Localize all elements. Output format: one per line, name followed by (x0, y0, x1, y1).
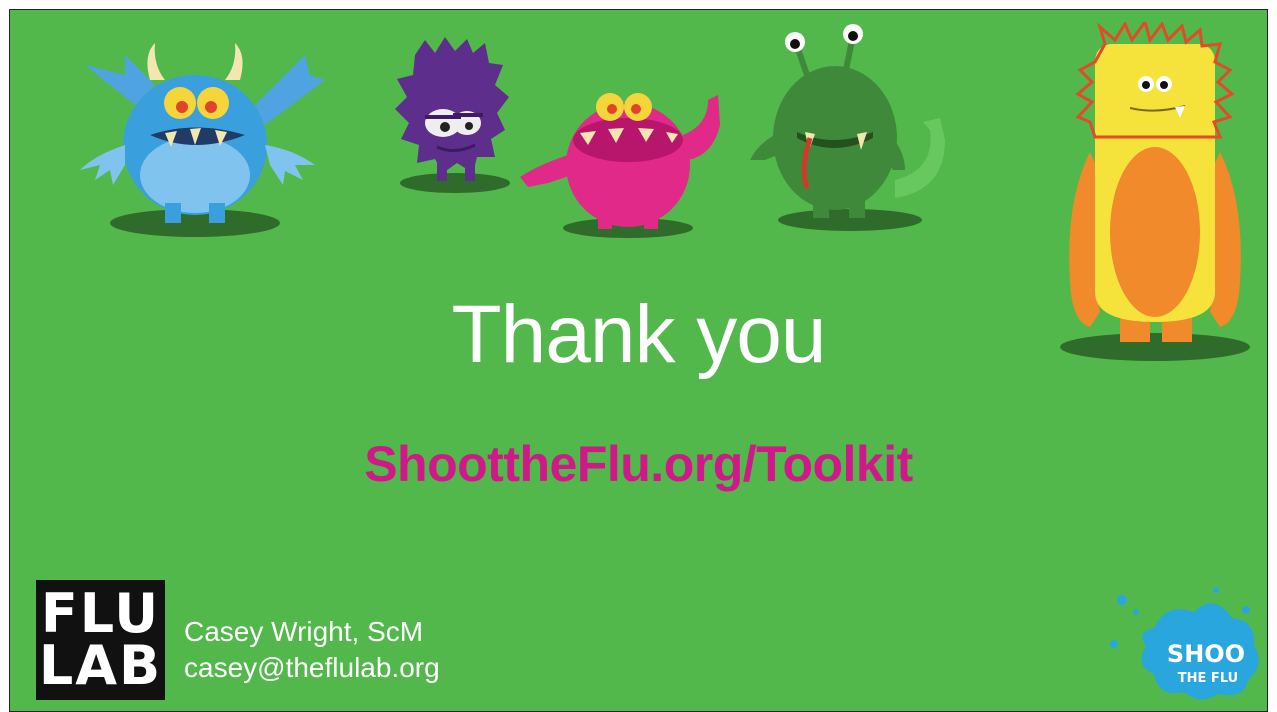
shoo-the-flu-logo: SHOO THE FLU (1110, 587, 1259, 700)
blue-monster-icon (80, 43, 325, 237)
pink-monster-icon (520, 93, 720, 238)
shoo-logo-line1: SHOO (1167, 640, 1245, 668)
flu-lab-logo-line2: LAB (38, 634, 163, 697)
thank-you-title: Thank you (451, 289, 827, 380)
slide: Thank you ShoottheFlu.org/Toolkit FLU LA… (9, 9, 1268, 712)
presenter-name: Casey Wright, ScM (184, 616, 424, 647)
flu-lab-logo-line1: FLU (40, 582, 161, 645)
green-monster-icon (750, 24, 945, 231)
presenter-email-link[interactable]: casey@theflulab.org (184, 652, 440, 683)
toolkit-link[interactable]: ShoottheFlu.org/Toolkit (10, 435, 1267, 493)
flu-lab-logo: FLU LAB (36, 580, 165, 700)
presenter-contact: Casey Wright, ScM casey@theflulab.org (184, 614, 440, 686)
shoo-logo-line2: THE FLU (1178, 671, 1238, 686)
purple-monster-icon (395, 37, 510, 193)
